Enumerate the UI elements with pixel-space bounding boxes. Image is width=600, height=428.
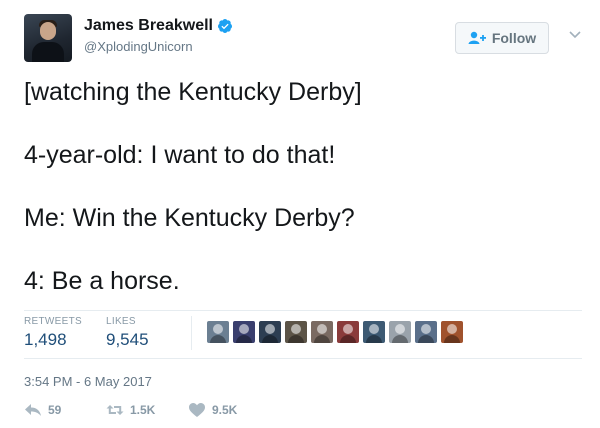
liker-avatars xyxy=(207,321,467,343)
liker-avatar[interactable] xyxy=(233,321,255,343)
tweet-line: [watching the Kentucky Derby] xyxy=(24,78,362,106)
liker-avatar[interactable] xyxy=(259,321,281,343)
retweets-stat[interactable]: RETWEETS 1,498 xyxy=(24,316,82,350)
follow-button[interactable]: Follow xyxy=(455,22,549,54)
divider xyxy=(24,310,582,311)
user-name[interactable]: James Breakwell xyxy=(84,17,213,35)
tweet-header: James Breakwell @XplodingUnicorn Follow xyxy=(24,14,584,64)
avatar[interactable] xyxy=(24,14,72,62)
heart-icon xyxy=(189,403,205,417)
retweets-value: 1,498 xyxy=(24,330,67,349)
liker-avatar[interactable] xyxy=(415,321,437,343)
user-handle[interactable]: @XplodingUnicorn xyxy=(84,39,193,54)
chevron-down-icon[interactable] xyxy=(569,30,581,40)
retweet-count: 1.5K xyxy=(130,403,156,417)
follow-label: Follow xyxy=(491,30,537,46)
tweet-line: Me: Win the Kentucky Derby? xyxy=(24,204,355,232)
tweet-text: [watching the Kentucky Derby] 4-year-old… xyxy=(24,77,580,329)
likes-stat[interactable]: LIKES 9,545 xyxy=(106,316,149,350)
liker-avatar[interactable] xyxy=(311,321,333,343)
liker-avatar[interactable] xyxy=(207,321,229,343)
likes-label: LIKES xyxy=(106,316,136,327)
stats-separator xyxy=(191,316,192,350)
like-button[interactable]: 9.5K xyxy=(188,402,237,418)
likes-value: 9,545 xyxy=(106,330,149,349)
add-user-icon xyxy=(468,31,486,44)
timestamp[interactable]: 3:54 PM - 6 May 2017 xyxy=(24,374,152,389)
liker-avatar[interactable] xyxy=(285,321,307,343)
retweet-button[interactable]: 1.5K xyxy=(106,402,155,418)
retweets-label: RETWEETS xyxy=(24,316,82,327)
reply-icon xyxy=(25,404,41,416)
tweet-line: 4: Be a horse. xyxy=(24,267,180,295)
reply-count: 59 xyxy=(48,403,62,417)
verified-badge-icon xyxy=(217,19,232,33)
name-row: James Breakwell xyxy=(84,17,233,35)
liker-avatar[interactable] xyxy=(337,321,359,343)
liker-avatar[interactable] xyxy=(441,321,463,343)
liker-avatar[interactable] xyxy=(363,321,385,343)
like-count: 9.5K xyxy=(212,403,238,417)
divider xyxy=(24,358,582,359)
tweet-line: 4-year-old: I want to do that! xyxy=(24,141,336,169)
reply-button[interactable]: 59 xyxy=(24,402,61,418)
retweet-icon xyxy=(106,405,124,415)
liker-avatar[interactable] xyxy=(389,321,411,343)
